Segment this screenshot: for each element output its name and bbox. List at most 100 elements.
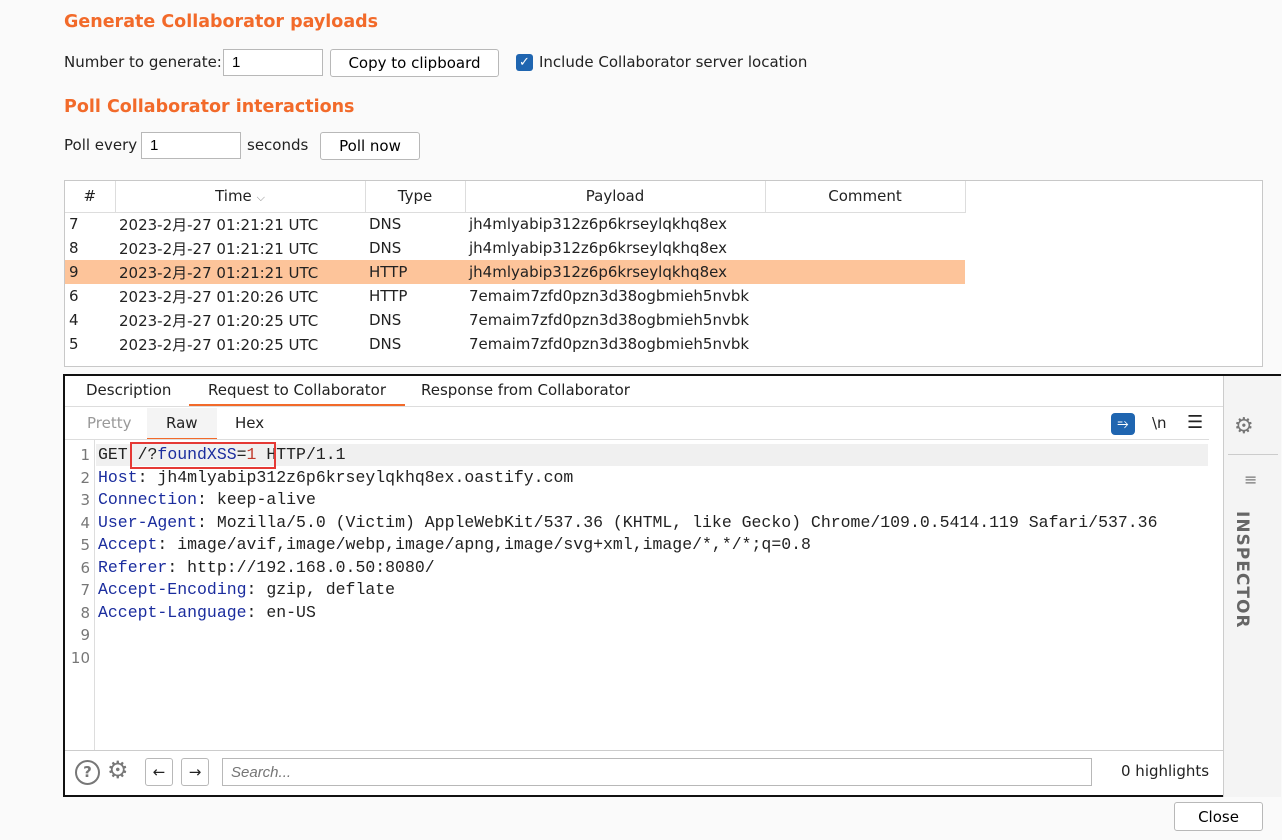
cell-payload: 7emaim7zfd0pzn3d38ogbmieh5nvbk [469,335,750,353]
show-newlines-button[interactable]: \n [1152,414,1167,432]
close-button[interactable]: Close [1174,802,1263,831]
cell-comment [765,308,965,332]
code-token: : en-US [246,602,316,622]
code-token: Accept-Language [98,602,247,622]
poll-now-button[interactable]: Poll now [320,132,420,160]
table-row[interactable]: 8 2023-2月-27 01:21:21 UTC DNS jh4mlyabip312… [65,236,965,260]
code-token: : image/avif,image/webp,image/apng,image… [157,535,811,554]
poll-title: Poll Collaborator interactions [64,97,355,117]
cell-num: 7 [69,215,79,234]
code-line: Accept-Language: en-US [65,602,1215,625]
code-line: Connection: keep-alive [65,489,1215,512]
code-token: : gzip, deflate [246,580,396,599]
highlight-box [130,442,276,469]
subtab-hex[interactable]: Hex [216,408,283,440]
cell-type: DNS [369,215,402,234]
subtab-pretty[interactable]: Pretty [68,408,151,440]
help-icon[interactable]: ? [75,760,100,785]
cell-type: DNS [369,335,402,353]
cell-time: 2023-2月-27 01:20:26 UTC [119,287,319,306]
tab-response-from-collaborator[interactable]: Response from Collaborator [402,376,649,406]
cell-payload: 7emaim7zfd0pzn3d38ogbmieh5nvbk [469,311,750,329]
cell-comment [765,332,965,356]
cell-type: DNS [369,311,402,329]
code-line: Accept-Encoding: gzip, deflate [65,579,1215,602]
back-button[interactable]: ← [145,758,173,786]
cell-comment [765,284,965,308]
details-panel: Description Request to Collaborator Respon… [63,374,1281,797]
cell-comment [765,212,965,236]
poll-interval-input[interactable] [141,132,241,159]
forward-button[interactable]: → [181,758,209,786]
include-location-label: Include Collaborator server location [539,53,808,71]
inspector-settings-icon[interactable]: ⚙ [1234,414,1254,439]
subtab-raw[interactable]: Raw [147,408,217,440]
word-wrap-icon[interactable]: ⥱ [1111,413,1135,435]
search-input[interactable] [222,758,1092,786]
tab-description[interactable]: Description [67,376,190,406]
col-time[interactable]: Time ⌵ [115,181,366,213]
code-token: : keep-alive [197,490,316,509]
menu-icon[interactable]: ☰ [1187,412,1203,433]
cell-comment [765,260,965,284]
cell-num: 9 [65,260,115,284]
code-token: : jh4mlyabip312z6p6krseylqkhq8ex.oastify… [137,467,574,487]
seconds-label: seconds [247,136,309,154]
code-token: Accept [98,535,158,554]
number-label: Number to generate: [64,53,222,71]
cell-num: 4 [69,311,79,329]
cell-time: 2023-2月-27 01:20:25 UTC [119,311,319,330]
include-location-checkbox[interactable]: ✓ [516,54,533,71]
code-token: Accept-Encoding [98,580,247,599]
col-num[interactable]: # [65,181,116,213]
copy-to-clipboard-button[interactable]: Copy to clipboard [330,49,499,77]
chevron-down-icon: ⌵ [256,191,265,205]
cell-num: 8 [69,239,79,257]
table-row[interactable]: 5 2023-2月-27 01:20:25 UTC DNS 7emaim7zfd0pz… [65,332,965,356]
cell-payload: jh4mlyabip312z6p6krseylqkhq8ex [469,239,727,257]
cell-time: 2023-2月-27 01:21:21 UTC [119,239,319,258]
code-token: Referer [98,557,168,577]
cell-payload: jh4mlyabip312z6p6krseylqkhq8ex [465,260,765,284]
col-comment[interactable]: Comment [765,181,966,213]
code-line: Host: jh4mlyabip312z6p6krseylqkhq8ex.oas… [65,467,1215,490]
request-editor[interactable]: 1 2 3 4 5 6 7 8 9 10 GET /?foundXSS=1 HTTP/1.1 Hos… [65,440,1223,750]
cell-payload: 7emaim7zfd0pzn3d38ogbmieh5nvbk [469,287,750,305]
table-row[interactable]: 6 2023-2月-27 01:20:26 UTC HTTP 7emaim7zfd0p… [65,284,965,308]
interactions-table: # Time ⌵ Type Payload Comment 7 2023-2月-2… [64,180,1263,367]
cell-type: DNS [369,239,402,257]
code-token: : http://192.168.0.50:8080/ [167,557,435,577]
cell-num: 6 [69,287,79,305]
highlights-count: 0 highlights [1121,762,1210,780]
cell-time: 2023-2月-27 01:20:25 UTC [119,335,319,354]
code-line: Referer: http://192.168.0.50:8080/ [65,557,1215,580]
cell-type: HTTP [365,260,465,284]
generate-title: Generate Collaborator payloads [64,12,379,32]
inspector-list-icon: ≡ [1244,470,1258,489]
col-time-label: Time [215,187,252,206]
table-row[interactable]: 7 2023-2月-27 01:21:21 UTC DNS jh4mlyabip312… [65,212,965,236]
cell-payload: jh4mlyabip312z6p6krseylqkhq8ex [469,215,727,234]
cell-time: 2023-2月-27 01:21:21 UTC [119,215,319,234]
code-line: Accept: image/avif,image/webp,image/apng… [65,534,1215,557]
code-token: Host [98,467,138,487]
poll-every-label: Poll every [64,136,138,154]
number-input[interactable] [223,49,323,76]
cell-time: 2023-2月-27 01:21:21 UTC [115,260,365,284]
code-line: User-Agent: Mozilla/5.0 (Victim) AppleWe… [65,512,1215,535]
table-row[interactable]: 9 2023-2月-27 01:21:21 UTC HTTP jh4mlyabip31… [65,260,965,284]
settings-icon[interactable]: ⚙ [107,756,129,784]
cell-type: HTTP [369,287,408,305]
tab-request-to-collaborator[interactable]: Request to Collaborator [189,376,405,406]
code-token: Connection [98,490,198,509]
col-type[interactable]: Type [365,181,466,213]
cell-num: 5 [69,335,79,353]
col-payload[interactable]: Payload [465,181,766,213]
inspector-label[interactable]: INSPECTOR [1232,511,1252,628]
code-token: : Mozilla/5.0 (Victim) AppleWebKit/537.3… [197,512,1158,532]
inspector-sidebar[interactable]: ⚙ ≡ INSPECTOR [1223,376,1281,797]
table-row[interactable]: 4 2023-2月-27 01:20:25 UTC DNS 7emaim7zfd0pz… [65,308,965,332]
code-token: User-Agent [98,512,198,532]
